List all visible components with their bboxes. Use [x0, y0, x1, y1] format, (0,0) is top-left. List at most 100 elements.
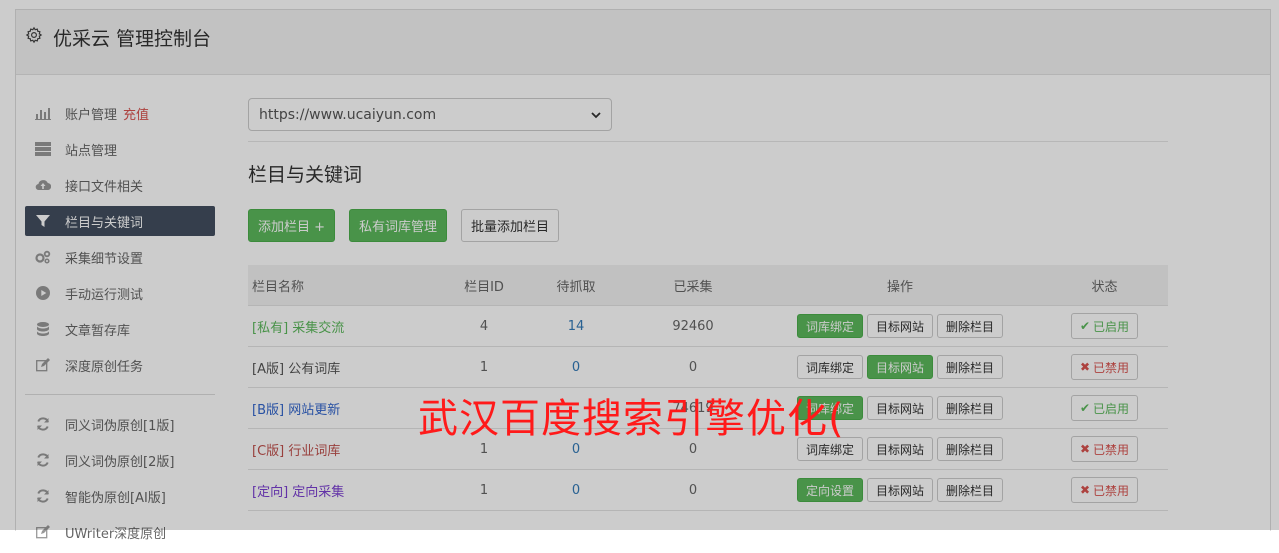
sidebar-item-label: 采集细节设置: [65, 251, 144, 267]
recharge-link[interactable]: 充值: [123, 104, 149, 123]
sidebar-item-label: 账户管理: [65, 107, 118, 123]
sidebar-item-collect-settings[interactable]: 采集细节设置: [25, 242, 215, 272]
col-header-collected: 已采集: [627, 265, 759, 306]
target-site-button[interactable]: 目标网站: [866, 437, 933, 461]
bind-lib-button[interactable]: 词库绑定: [796, 355, 863, 379]
refresh-icon: [35, 488, 51, 504]
sidebar-item-label: 同义词伪原创[2版]: [65, 454, 175, 470]
page-title: 优采云 管理控制台: [53, 28, 212, 50]
sidebar-item-label: 智能伪原创[AI版]: [65, 490, 166, 506]
pending-count[interactable]: 14: [568, 319, 585, 334]
server-icon: [35, 141, 51, 157]
column-name-link[interactable]: 公有词库: [288, 362, 340, 377]
delete-column-button[interactable]: 删除栏目: [937, 478, 1004, 502]
site-select[interactable]: https://www.ucaiyun.com: [248, 98, 612, 131]
check-icon: ✔: [1079, 401, 1091, 415]
status-toggle[interactable]: ✖ 已禁用: [1070, 354, 1139, 380]
table-row: [A版] 公有词库 1 0 0 词库绑定 目标网站 删除栏目 ✖ 已禁用: [248, 346, 1168, 388]
column-tag: [B版]: [252, 402, 285, 418]
col-header-id: 栏目ID: [443, 265, 525, 306]
status-label: 已禁用: [1093, 360, 1130, 375]
cell-status: ✖ 已禁用: [1041, 346, 1168, 388]
column-name-link[interactable]: 行业词库: [288, 444, 340, 459]
edit-icon: [35, 524, 51, 540]
edit-icon: [35, 357, 51, 373]
site-select-value: https://www.ucaiyun.com: [259, 106, 437, 123]
batch-add-button[interactable]: 批量添加栏目: [461, 209, 560, 242]
bind-lib-button[interactable]: 定向设置: [796, 478, 863, 502]
sidebar-item-synonym-v2[interactable]: 同义词伪原创[2版]: [25, 445, 215, 475]
status-toggle[interactable]: ✔ 已启用: [1070, 313, 1139, 339]
refresh-icon: [35, 452, 51, 468]
bar-chart-icon: [35, 105, 51, 121]
column-name-link[interactable]: 定向采集: [292, 485, 344, 500]
cloud-upload-icon: [35, 177, 51, 193]
cell-id: 1: [443, 469, 525, 511]
brand: 优采云 管理控制台: [25, 24, 211, 51]
close-icon: ✖: [1079, 360, 1091, 374]
pending-count[interactable]: 0: [572, 483, 580, 498]
column-name-link[interactable]: 网站更新: [288, 403, 340, 418]
sidebar-item-interface[interactable]: 接口文件相关: [25, 170, 215, 200]
close-icon: ✖: [1079, 442, 1091, 456]
sidebar-item-deep-original[interactable]: 深度原创任务: [25, 350, 215, 380]
status-label: 已启用: [1093, 401, 1130, 416]
chevron-down-icon: [591, 107, 601, 123]
sidebar-item-uwriter[interactable]: UWriter深度原创: [25, 517, 215, 547]
add-column-button[interactable]: 添加栏目 +: [248, 209, 336, 242]
cell-collected: 0: [627, 469, 759, 511]
delete-column-button[interactable]: 删除栏目: [937, 314, 1004, 338]
sidebar-item-account[interactable]: 账户管理 充值: [25, 98, 215, 128]
sidebar-item-sites[interactable]: 站点管理: [25, 134, 215, 164]
cell-collected: 92460: [627, 305, 759, 347]
sidebar-item-ai-rewrite[interactable]: 智能伪原创[AI版]: [25, 481, 215, 511]
refresh-icon: [35, 416, 51, 432]
check-icon: ✔: [1079, 319, 1091, 333]
app-window: 优采云 管理控制台 账户管理 充值 站点管理 接口文件相关 栏目与关键词 采集细…: [0, 0, 1279, 542]
gears-icon: [35, 249, 51, 265]
cell-pending: 0: [525, 469, 627, 511]
column-name-link[interactable]: 采集交流: [292, 321, 344, 336]
sidebar-item-article-store[interactable]: 文章暂存库: [25, 314, 215, 344]
cell-actions: 定向设置 目标网站 删除栏目: [759, 469, 1041, 511]
target-site-button[interactable]: 目标网站: [866, 478, 933, 502]
status-label: 已禁用: [1093, 483, 1130, 498]
sidebar-item-label: 同义词伪原创[1版]: [65, 418, 175, 434]
status-toggle[interactable]: ✖ 已禁用: [1070, 436, 1139, 462]
sidebar-item-columns[interactable]: 栏目与关键词: [25, 206, 215, 236]
target-site-button[interactable]: 目标网站: [866, 396, 933, 420]
cell-actions: 词库绑定 目标网站 删除栏目: [759, 305, 1041, 347]
sidebar-item-label: 接口文件相关: [65, 179, 144, 195]
status-label: 已启用: [1093, 319, 1130, 334]
gear-icon[interactable]: [25, 26, 53, 49]
private-lib-button[interactable]: 私有词库管理: [349, 209, 448, 242]
target-site-button[interactable]: 目标网站: [866, 314, 933, 338]
sidebar-divider: [25, 394, 215, 395]
sidebar-item-synonym-v1[interactable]: 同义词伪原创[1版]: [25, 409, 215, 439]
col-header-actions: 操作: [759, 265, 1041, 306]
target-site-button[interactable]: 目标网站: [866, 355, 933, 379]
delete-column-button[interactable]: 删除栏目: [937, 355, 1004, 379]
pending-count[interactable]: 0: [572, 360, 580, 375]
sidebar-item-label: UWriter深度原创: [65, 526, 167, 542]
database-icon: [35, 321, 51, 337]
watermark-text: 武汉百度搜索引擎优化(: [418, 396, 845, 442]
table-row: [私有] 采集交流 4 14 92460 词库绑定 目标网站 删除栏目 ✔ 已启用: [248, 305, 1168, 347]
cell-status: ✔ 已启用: [1041, 387, 1168, 429]
status-toggle[interactable]: ✖ 已禁用: [1070, 477, 1139, 503]
delete-column-button[interactable]: 删除栏目: [937, 437, 1004, 461]
status-toggle[interactable]: ✔ 已启用: [1070, 395, 1139, 421]
cell-name: [A版] 公有词库: [248, 346, 443, 388]
column-tag: [A版]: [252, 361, 285, 377]
top-bar: 优采云 管理控制台: [16, 10, 1270, 75]
delete-column-button[interactable]: 删除栏目: [937, 396, 1004, 420]
column-tag: [C版]: [252, 443, 285, 459]
col-header-pending: 待抓取: [525, 265, 627, 306]
cell-id: 1: [443, 346, 525, 388]
bind-lib-button[interactable]: 词库绑定: [796, 314, 863, 338]
sidebar-item-manual-run[interactable]: 手动运行测试: [25, 278, 215, 308]
col-header-name: 栏目名称: [248, 265, 443, 306]
sidebar-item-label: 手动运行测试: [65, 287, 144, 303]
table-header-row: 栏目名称 栏目ID 待抓取 已采集 操作 状态: [248, 265, 1168, 306]
close-icon: ✖: [1079, 483, 1091, 497]
